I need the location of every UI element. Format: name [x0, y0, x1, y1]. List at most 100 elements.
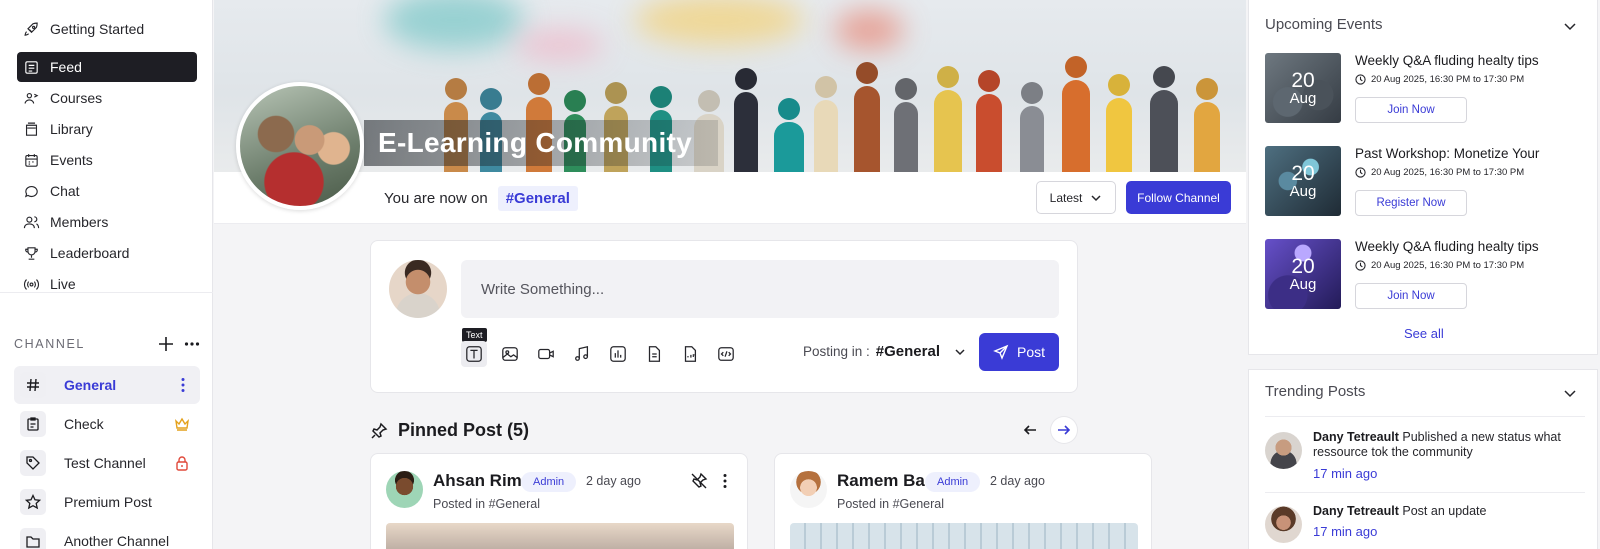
- channel-item-general[interactable]: General: [14, 366, 200, 404]
- pinned-post-card[interactable]: Ahsan Rim Admin 2 day ago Posted in #Gen…: [370, 453, 748, 549]
- sidebar-item-label: Getting Started: [50, 21, 145, 37]
- posted-in: Posted in #General: [433, 497, 541, 511]
- event-title: Weekly Q&A fluding healty tips: [1355, 239, 1539, 254]
- video-icon[interactable]: [533, 341, 559, 367]
- unpin-icon[interactable]: [689, 471, 709, 491]
- sidebar-item-label: Live: [50, 276, 76, 292]
- event-date-text: 20 Aug 2025, 16:30 PM to 17:30 PM: [1371, 260, 1525, 271]
- posting-in-selector[interactable]: Posting in : #General: [803, 343, 966, 360]
- author-avatar: [790, 471, 827, 508]
- divider: [1265, 492, 1585, 493]
- join-now-button[interactable]: Join Now: [1355, 97, 1467, 123]
- trending-author[interactable]: Dany Tetreault: [1313, 430, 1399, 444]
- post-button[interactable]: Post: [979, 333, 1059, 371]
- sidebar-item-label: Events: [50, 152, 93, 168]
- pinned-navigation: [1017, 417, 1077, 443]
- sidebar-item-label: Members: [50, 214, 109, 230]
- sidebar-item-courses[interactable]: Courses: [17, 83, 197, 113]
- sidebar-item-live[interactable]: Live: [17, 269, 197, 299]
- sidebar-item-feed[interactable]: Feed: [17, 52, 197, 82]
- channel-item-another-channel[interactable]: Another Channel: [14, 522, 200, 549]
- feed-icon: [25, 60, 38, 74]
- trending-post-item[interactable]: Dany Tetreault Post an update 17 min ago: [1265, 504, 1585, 549]
- register-now-button[interactable]: Register Now: [1355, 190, 1467, 216]
- next-button[interactable]: [1051, 417, 1077, 443]
- channel-item-test-channel[interactable]: Test Channel: [14, 444, 200, 482]
- author-name[interactable]: Ramem Ba: [837, 471, 925, 491]
- text-format-icon[interactable]: [461, 341, 487, 367]
- crown-icon: [175, 417, 189, 431]
- admin-badge: Admin: [925, 472, 981, 492]
- poll-icon[interactable]: [605, 341, 631, 367]
- more-horizontal-icon[interactable]: [184, 336, 200, 352]
- arrow-left-icon: [1023, 425, 1036, 435]
- posted-in: Posted in #General: [837, 497, 945, 511]
- banner-image: E-Learning Community: [214, 0, 1246, 172]
- trending-post-item[interactable]: Dany Tetreault Published a new status wh…: [1265, 430, 1585, 481]
- pinned-post-card[interactable]: Ramem Ba Admin 2 day ago Posted in #Gene…: [774, 453, 1152, 549]
- sidebar-item-library[interactable]: Library: [17, 114, 197, 144]
- sidebar-item-getting-started[interactable]: Getting Started: [17, 14, 197, 44]
- code-embed-icon[interactable]: [713, 341, 739, 367]
- sidebar-item-label: Chat: [50, 183, 80, 199]
- post-time: 2 day ago: [990, 474, 1045, 488]
- chevron-down-icon: [955, 348, 965, 355]
- pinned-title: Pinned Post (5): [398, 420, 530, 440]
- join-now-button[interactable]: Join Now: [1355, 283, 1467, 309]
- trending-content: Post an update: [1402, 504, 1487, 518]
- event-item[interactable]: 20 Aug Weekly Q&A fluding healty tips 20…: [1265, 239, 1585, 309]
- hash-icon: [20, 372, 46, 398]
- sidebar-item-leaderboard[interactable]: Leaderboard: [17, 238, 197, 268]
- previous-button[interactable]: [1017, 417, 1043, 443]
- rocket-icon: [24, 22, 38, 36]
- main-content: E-Learning Community You are now on #Gen…: [214, 0, 1246, 549]
- see-all-link[interactable]: See all: [1404, 326, 1444, 341]
- chevron-down-icon[interactable]: [1563, 386, 1577, 400]
- document-icon[interactable]: [641, 341, 667, 367]
- add-channel-icon[interactable]: [158, 336, 174, 352]
- channel-item-check[interactable]: Check: [14, 405, 200, 443]
- trending-post-text: Dany Tetreault Published a new status wh…: [1313, 430, 1583, 460]
- gif-icon[interactable]: [677, 341, 703, 367]
- sidebar-item-members[interactable]: Members: [17, 207, 197, 237]
- community-avatar: [236, 82, 364, 210]
- author-avatar: [1265, 432, 1302, 469]
- sort-dropdown[interactable]: Latest: [1036, 181, 1116, 214]
- post-time: 2 day ago: [586, 474, 641, 488]
- sidebar-item-events[interactable]: Events: [17, 145, 197, 175]
- more-vertical-icon[interactable]: [715, 471, 735, 491]
- write-post-input[interactable]: [461, 260, 1059, 318]
- sidebar-item-label: Library: [50, 121, 93, 137]
- event-item[interactable]: 20 Aug Past Workshop: Monetize Your 20 A…: [1265, 146, 1585, 216]
- author-avatar: [386, 471, 423, 508]
- music-icon[interactable]: [569, 341, 595, 367]
- event-thumbnail: 20 Aug: [1265, 239, 1341, 309]
- channel-item-label: Check: [64, 416, 104, 432]
- trending-author[interactable]: Dany Tetreault: [1313, 504, 1399, 518]
- trending-post-text: Dany Tetreault Post an update: [1313, 504, 1583, 519]
- event-month: Aug: [1289, 183, 1317, 200]
- channel-item-premium-post[interactable]: Premium Post: [14, 483, 200, 521]
- more-vertical-icon[interactable]: [176, 377, 190, 393]
- star-icon: [20, 489, 46, 515]
- members-icon: [23, 215, 40, 228]
- current-channel-indicator: You are now on #General: [384, 186, 578, 211]
- current-channel-chip[interactable]: #General: [497, 186, 578, 211]
- chevron-down-icon[interactable]: [1563, 19, 1577, 33]
- live-icon: [24, 278, 39, 290]
- tag-icon: [20, 450, 46, 476]
- event-item[interactable]: 20 Aug Weekly Q&A fluding healty tips 20…: [1265, 53, 1585, 123]
- channel-header-label: CHANNEL: [14, 337, 85, 351]
- upcoming-events-panel: Upcoming Events 20 Aug Weekly Q&A fludin…: [1248, 0, 1598, 355]
- current-user-avatar: [389, 260, 447, 318]
- follow-channel-button[interactable]: Follow Channel: [1126, 181, 1231, 214]
- sidebar-item-chat[interactable]: Chat: [17, 176, 197, 206]
- event-date-text: 20 Aug 2025, 16:30 PM to 17:30 PM: [1371, 74, 1525, 85]
- author-name[interactable]: Ahsan Rim: [433, 471, 522, 491]
- divider: [1265, 416, 1585, 417]
- image-icon[interactable]: [497, 341, 523, 367]
- pin-icon: [371, 422, 388, 439]
- event-month: Aug: [1289, 90, 1317, 107]
- post-button-label: Post: [1016, 344, 1045, 360]
- sidebar-item-label: Feed: [50, 59, 82, 75]
